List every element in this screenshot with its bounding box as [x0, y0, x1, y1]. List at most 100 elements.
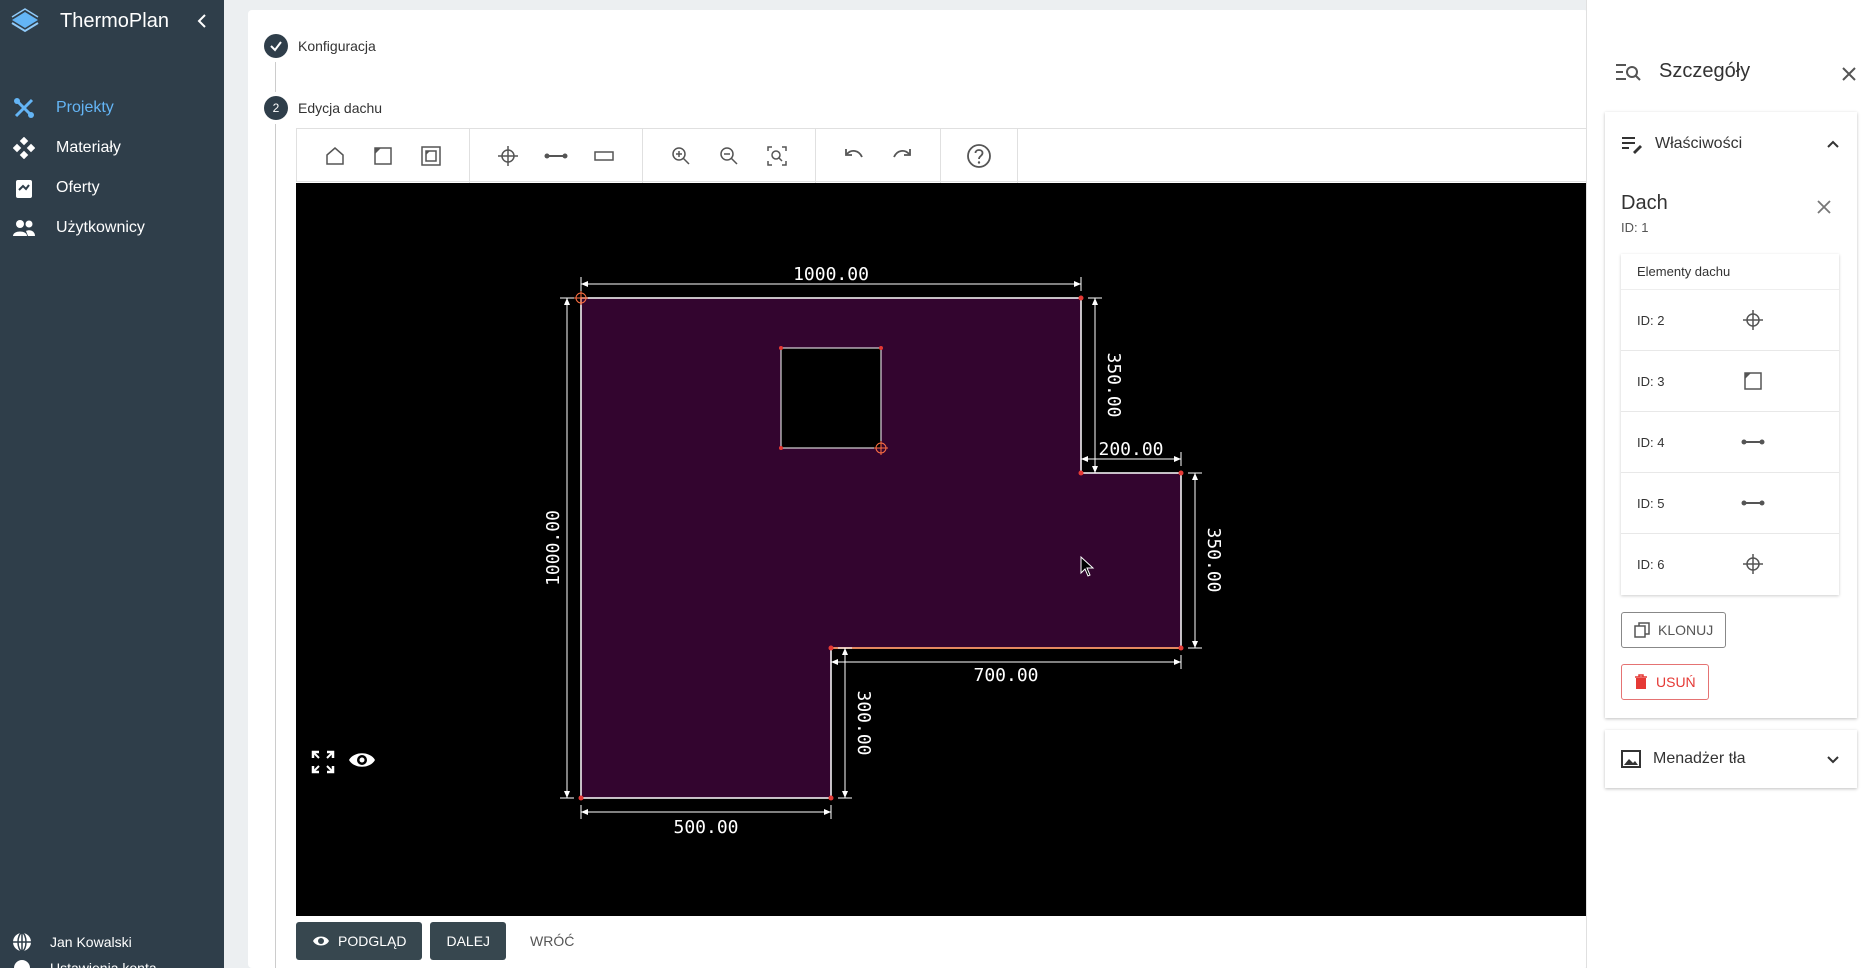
user-menu[interactable]: Jan Kowalski [12, 932, 132, 952]
segment-icon[interactable] [539, 139, 573, 173]
roof-elements-list: Elementy dachu ID: 2 ID: 3 ID: 4 ID: 5 I… [1621, 254, 1839, 595]
eye-icon [313, 936, 329, 946]
step-konfiguracja[interactable]: Konfiguracja [264, 34, 376, 58]
toolbar-group-shapes [297, 129, 470, 183]
next-button[interactable]: DALEJ [430, 922, 507, 960]
main-content: Konfiguracja 2 Edycja dachu 1000.00 1000… [248, 10, 1596, 968]
back-button[interactable]: WRÓĆ [514, 922, 590, 960]
users-icon [12, 216, 36, 240]
segment-icon [1741, 430, 1765, 454]
clone-label: KLONUJ [1658, 622, 1714, 638]
roof-opening [780, 347, 882, 449]
element-id: ID: 4 [1637, 434, 1665, 450]
preview-button[interactable]: PODGLĄD [296, 922, 423, 960]
account-settings-label: Ustawienia konta [50, 960, 157, 968]
chevron-up-icon[interactable] [1823, 134, 1843, 154]
sidebar-item-uzytkownicy[interactable]: Użytkownicy [0, 208, 224, 248]
element-id: ID: 5 [1637, 495, 1665, 511]
panel-header: Szczegóły [1615, 60, 1865, 83]
dimension-bottom-mid: 700.00 [973, 665, 1038, 686]
preview-label: PODGLĄD [338, 933, 407, 949]
dimension-top: 1000.00 [793, 264, 869, 285]
sidebar-item-label: Oferty [56, 179, 100, 196]
close-icon[interactable] [1837, 62, 1861, 86]
background-manager-title: Menadżer tła [1653, 750, 1746, 767]
background-manager-header[interactable]: Menadżer tła [1605, 730, 1857, 788]
toolbar-group-history [816, 129, 941, 183]
sidebar-item-projekty[interactable]: Projekty [0, 88, 224, 128]
editor-toolbar [296, 128, 1596, 183]
gear-icon [14, 960, 30, 968]
search-list-icon [1616, 63, 1641, 81]
delete-label: USUŃ [1656, 674, 1696, 690]
panel-title: Szczegóły [1659, 60, 1751, 82]
sidebar-nav: Projekty Materiały Oferty Użytkownicy [0, 88, 224, 248]
step-connector [275, 124, 276, 968]
corner-square-icon [1741, 369, 1765, 393]
redo-icon[interactable] [885, 139, 919, 173]
toolbar-group-help [941, 129, 1018, 183]
sidebar-item-materialy[interactable]: Materiały [0, 128, 224, 168]
dimension-right-lower: 350.00 [1203, 527, 1224, 592]
toolbar-group-zoom [643, 129, 816, 183]
dimension-step: 200.00 [1098, 439, 1163, 460]
properties-header[interactable]: Właściwości [1605, 112, 1857, 176]
undo-icon[interactable] [837, 139, 871, 173]
user-name: Jan Kowalski [50, 934, 132, 950]
element-id: ID: 3 [1637, 373, 1665, 389]
list-item[interactable]: ID: 6 [1621, 534, 1839, 595]
crosshair-icon[interactable] [491, 139, 525, 173]
app-root: ThermoPlan Projekty Materiały Oferty Uży… [0, 0, 1876, 968]
roof-elements-header: Elementy dachu [1621, 254, 1839, 290]
chevron-left-icon[interactable] [194, 12, 212, 30]
dimension-bottom: 500.00 [673, 817, 738, 838]
globe-icon [13, 932, 31, 952]
zoom-fit-icon[interactable] [760, 139, 794, 173]
sidebar-item-label: Użytkownicy [56, 219, 145, 236]
toolbar-group-elements [470, 129, 643, 183]
background-manager-accordion: Menadżer tła [1605, 730, 1857, 788]
chevron-down-icon[interactable] [1823, 749, 1843, 769]
object-name: Dach [1621, 192, 1668, 214]
zoom-in-icon[interactable] [664, 139, 698, 173]
rectangle-icon[interactable] [587, 139, 621, 173]
clone-button[interactable]: KLONUJ [1621, 612, 1727, 648]
check-icon [264, 34, 288, 58]
house-shape-icon[interactable] [318, 139, 352, 173]
eye-icon[interactable] [348, 749, 380, 781]
segment-icon [1741, 491, 1765, 515]
dimension-left: 1000.00 [543, 510, 564, 586]
roof-drawing[interactable]: 1000.00 1000.00 350.00 200.00 350.00 700… [296, 183, 1596, 916]
step-number: 2 [264, 96, 288, 120]
app-name: ThermoPlan [60, 9, 169, 32]
copy-icon [1634, 622, 1650, 638]
list-item[interactable]: ID: 3 [1621, 351, 1839, 412]
sidebar: ThermoPlan Projekty Materiały Oferty Uży… [0, 0, 224, 968]
corner-square-icon[interactable] [366, 139, 400, 173]
delete-button[interactable]: USUŃ [1621, 664, 1709, 700]
list-item[interactable]: ID: 4 [1621, 412, 1839, 473]
step-label: Edycja dachu [298, 100, 383, 116]
crosshair-icon [1741, 552, 1765, 576]
account-settings[interactable]: Ustawienia konta [12, 958, 157, 968]
sidebar-item-label: Projekty [56, 99, 114, 116]
trash-icon [1635, 674, 1647, 689]
zoom-out-icon[interactable] [712, 139, 746, 173]
fullscreen-icon[interactable] [310, 749, 342, 781]
dimension-inner-vertical: 300.00 [853, 690, 874, 755]
step-connector [275, 62, 276, 92]
list-item[interactable]: ID: 2 [1621, 290, 1839, 351]
clipboard-icon [12, 176, 36, 200]
details-panel: Szczegóły Właściwości Dach ID: 1 Element… [1586, 0, 1876, 968]
close-icon[interactable] [1813, 196, 1835, 218]
help-icon[interactable] [962, 139, 996, 173]
step-actions: PODGLĄD DALEJ WRÓĆ [296, 922, 590, 960]
properties-accordion: Właściwości Dach ID: 1 Elementy dachu ID… [1605, 112, 1857, 718]
step-edycja-dachu[interactable]: 2 Edycja dachu [264, 96, 382, 120]
roof-canvas[interactable]: 1000.00 1000.00 350.00 200.00 350.00 700… [296, 183, 1596, 916]
step-label: Konfiguracja [298, 38, 376, 54]
sidebar-item-oferty[interactable]: Oferty [0, 168, 224, 208]
properties-title: Właściwości [1655, 135, 1743, 152]
list-item[interactable]: ID: 5 [1621, 473, 1839, 534]
inner-square-icon[interactable] [414, 139, 448, 173]
